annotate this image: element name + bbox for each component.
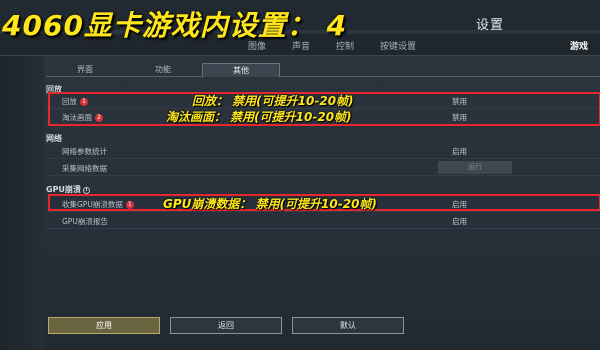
row-network-stats[interactable]: 网络参数统计 启用 <box>46 143 600 159</box>
subtab-interface[interactable]: 界面 <box>46 63 124 77</box>
window-title: 设置 <box>476 18 505 33</box>
annotation-elimination: 淘汰画面： 禁用(可提升10-20帧) <box>166 110 352 124</box>
tab-game[interactable]: 游戏 <box>570 39 588 52</box>
setting-value[interactable]: 启用 <box>452 146 467 157</box>
row-gpu-crash-report[interactable]: GPU崩溃报告 启用 <box>46 213 600 229</box>
annotation-gpu-crash: GPU崩溃数据： 禁用(可提升10-20帧) <box>163 197 377 211</box>
left-panel-shade <box>0 56 44 350</box>
row-label: 采集网络数据 <box>62 164 107 173</box>
info-icon[interactable]: i <box>82 187 90 194</box>
settings-window: 设置 图像 声音 控制 按键设置 游戏 4060显卡游戏内设置： 4 界面 功能… <box>0 0 600 350</box>
overlay-heading: 4060显卡游戏内设置： 4 <box>2 9 348 42</box>
default-button[interactable]: 默认 <box>292 317 404 334</box>
annotation-replay: 回放： 禁用(可提升10-20帧) <box>192 94 354 108</box>
tab-keybinds[interactable]: 按键设置 <box>380 39 416 52</box>
sub-tab-bar: 界面 功能 其他 <box>46 63 600 77</box>
apply-button[interactable]: 应用 <box>48 317 160 334</box>
row-collect-network-data: 采集网络数据 运行 <box>46 160 600 176</box>
row-label: GPU崩溃报告 <box>62 217 108 226</box>
subtab-other[interactable]: 其他 <box>202 63 280 77</box>
setting-value[interactable]: 启用 <box>452 216 467 227</box>
subtab-features[interactable]: 功能 <box>124 63 202 77</box>
run-button[interactable]: 运行 <box>438 161 512 174</box>
back-button[interactable]: 返回 <box>170 317 282 334</box>
row-label: 网络参数统计 <box>62 147 107 156</box>
